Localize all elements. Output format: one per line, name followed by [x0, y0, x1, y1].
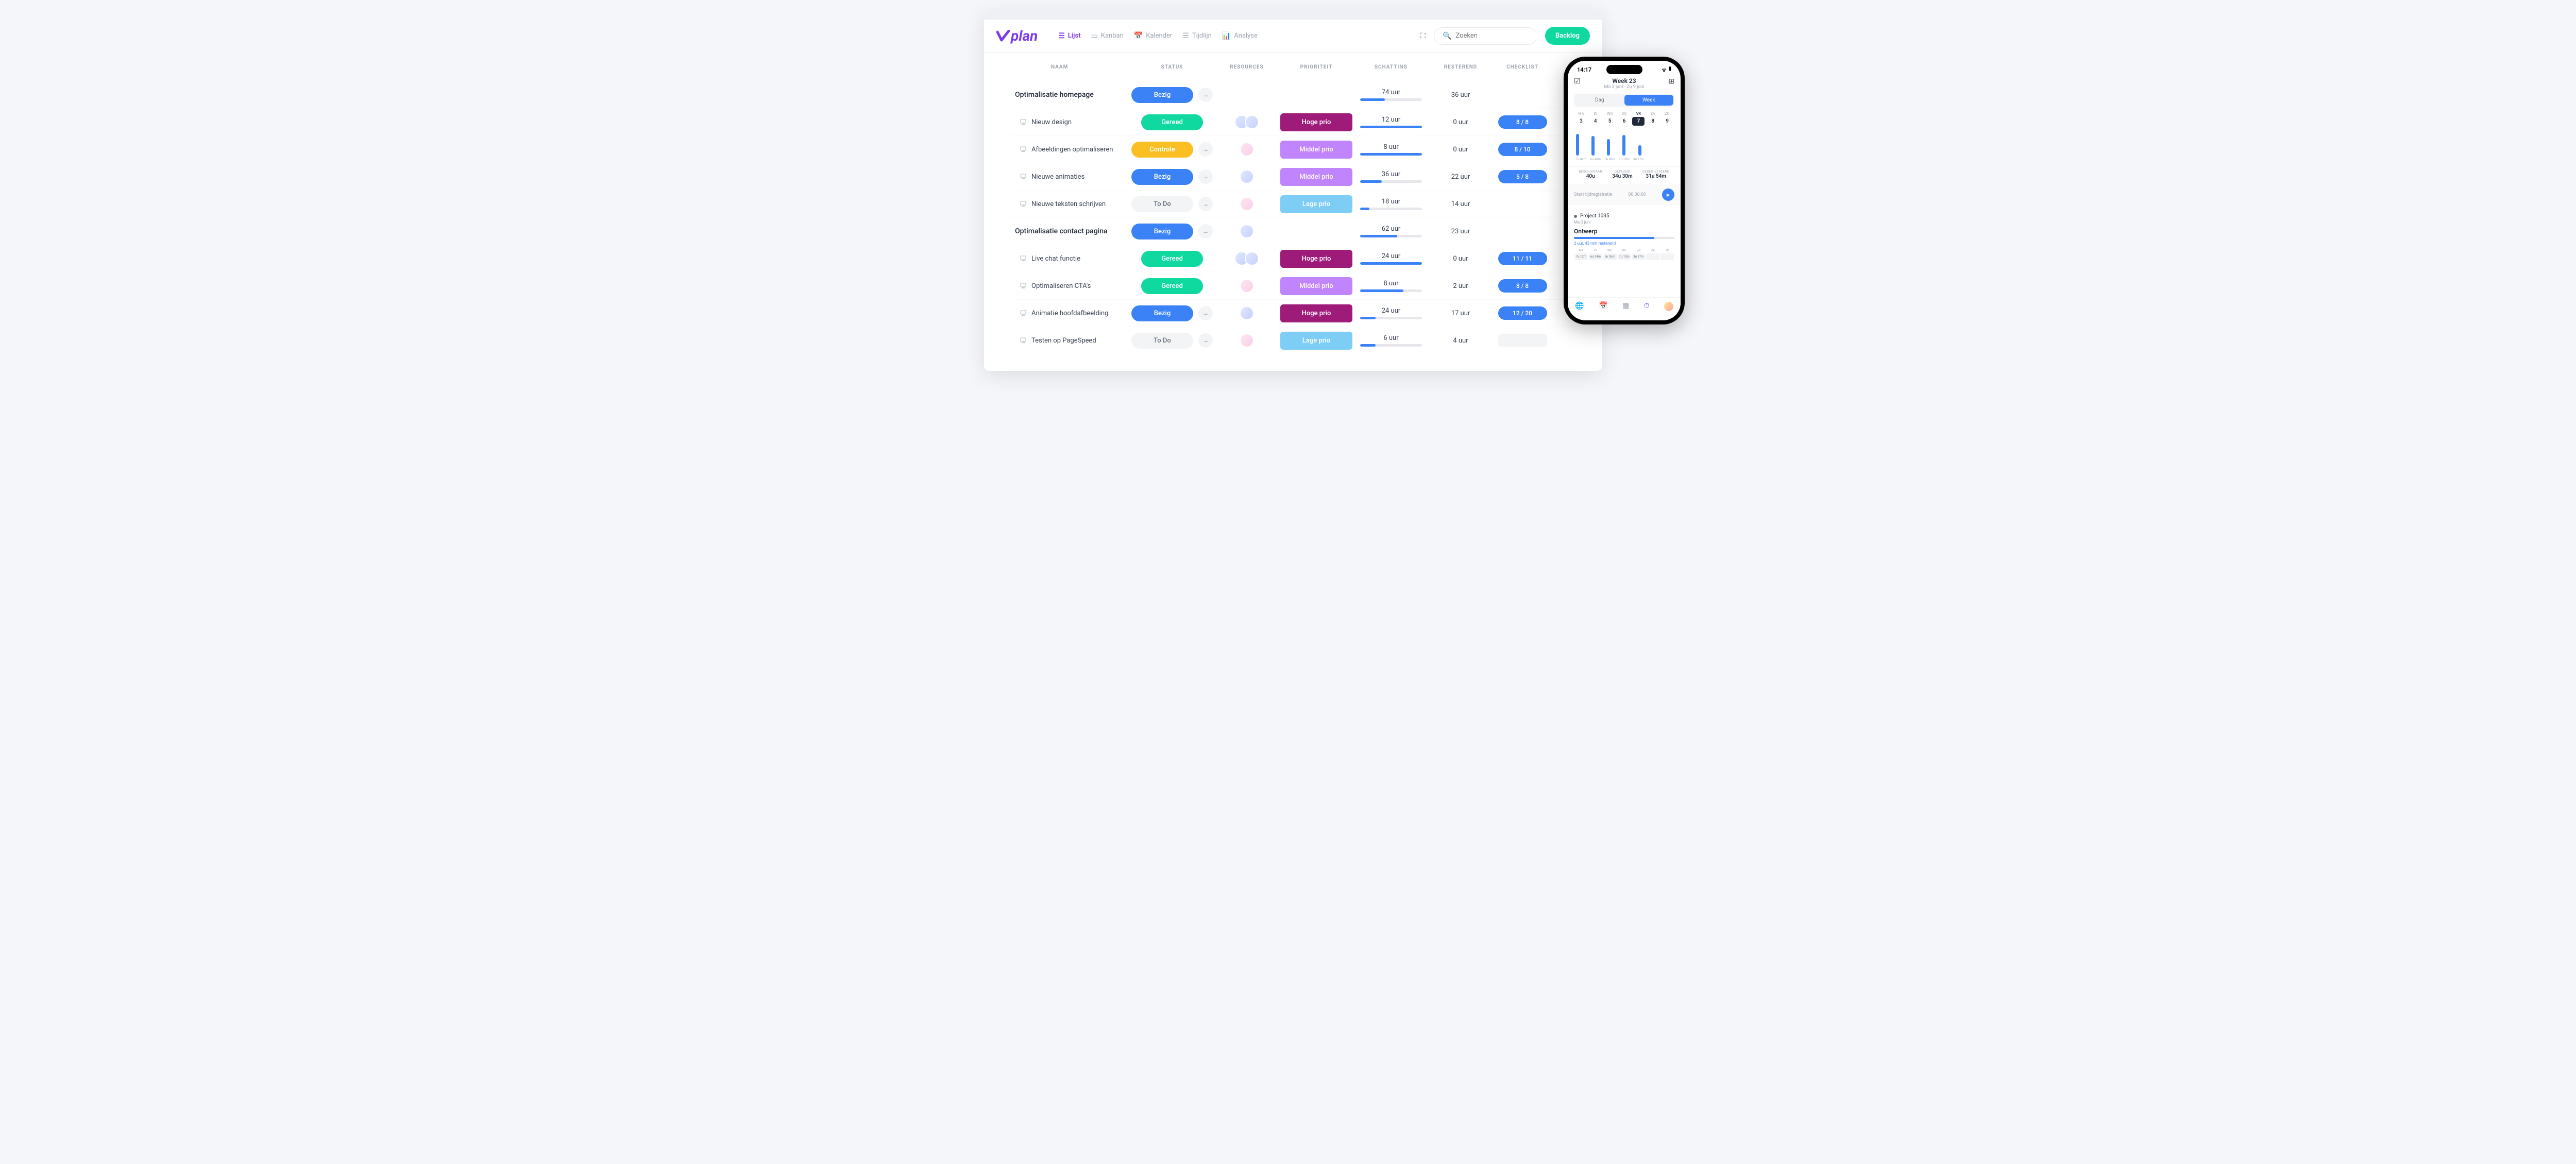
- avatar: [1240, 142, 1254, 157]
- play-icon[interactable]: ▶: [1662, 189, 1674, 201]
- avatar: [1240, 279, 1254, 293]
- view-tab-analyse[interactable]: 📊Analyse: [1222, 32, 1258, 40]
- view-tab-tijdlijn[interactable]: ☰Tijdlijn: [1182, 32, 1212, 40]
- hours-bars: [1568, 130, 1681, 156]
- status-next-icon[interactable]: →: [1198, 224, 1213, 238]
- status-next-icon[interactable]: →: [1198, 142, 1213, 157]
- table-row[interactable]: Nieuw designGereedHoge prio12 uur0 uur8 …: [1010, 109, 1577, 136]
- table-row[interactable]: Afbeeldingen optimaliserenControle→Midde…: [1010, 136, 1577, 163]
- table-row[interactable]: Nieuwe animatiesBezig→Middel prio36 uur2…: [1010, 163, 1577, 191]
- expand-icon[interactable]: ⛶: [1420, 32, 1426, 40]
- logo: plan: [996, 27, 1038, 44]
- table-header: NAAM STATUS RESOURCES PRIORITEIT SCHATTI…: [1010, 53, 1577, 81]
- day-selector[interactable]: MA3DI4WO5DO6VR7ZA8ZO9: [1568, 112, 1681, 126]
- table-row[interactable]: Testen op PageSpeedTo Do→Lage prio6 uur4…: [1010, 327, 1577, 354]
- status-next-icon[interactable]: →: [1198, 88, 1213, 102]
- task-table: NAAM STATUS RESOURCES PRIORITEIT SCHATTI…: [984, 53, 1602, 354]
- status-next-icon[interactable]: →: [1198, 333, 1213, 348]
- table-row[interactable]: Optimaliseren CTA'sGereedMiddel prio8 uu…: [1010, 272, 1577, 300]
- wifi-icon: ᯤ: [1662, 66, 1666, 73]
- status-next-icon[interactable]: →: [1198, 306, 1213, 320]
- table-row[interactable]: Animatie hoofdafbeeldingBezig→Hoge prio2…: [1010, 300, 1577, 327]
- app-window: plan ☰Lijst ▭Kanban 📅Kalender ☰Tijdlijn 📊Ana…: [984, 10, 1602, 371]
- table-row[interactable]: Live chat functieGereedHoge prio24 uur0 …: [1010, 245, 1577, 272]
- phone-mockup: 14:17 ᯤ ▮ ☑ Week 23 Ma 3 juni - Zo 9 jun…: [1564, 57, 1685, 324]
- avatar: [1240, 197, 1254, 211]
- dag-week-segment[interactable]: Dag Week: [1574, 94, 1674, 107]
- backlog-button[interactable]: Backlog: [1545, 27, 1590, 45]
- grid-icon[interactable]: ▦: [1622, 302, 1629, 311]
- profile-avatar[interactable]: [1664, 302, 1673, 311]
- avatar: [1240, 169, 1254, 184]
- avatar: [1245, 115, 1259, 129]
- search-icon: 🔍: [1443, 32, 1451, 40]
- view-tabs: ☰Lijst ▭Kanban 📅Kalender ☰Tijdlijn 📊Analyse: [1058, 32, 1258, 40]
- status-next-icon[interactable]: →: [1198, 169, 1213, 184]
- avatar: [1245, 251, 1259, 266]
- phone-header: ☑ Week 23 Ma 3 juni - Zo 9 juni ⊞: [1568, 75, 1681, 94]
- timer-row[interactable]: Start tijdregistratie 00:00:00 ▶: [1568, 184, 1681, 205]
- window-chrome: [984, 10, 1602, 20]
- bottom-nav[interactable]: 🌐 📅 ▦ ⏱: [1568, 297, 1681, 318]
- status-next-icon[interactable]: →: [1198, 197, 1213, 211]
- project-card[interactable]: Project 1035 Ma 3 juni Ontwerp 2 uur, 43…: [1568, 213, 1681, 260]
- checklist-icon[interactable]: ☑: [1574, 77, 1581, 85]
- header: plan ☰Lijst ▭Kanban 📅Kalender ☰Tijdlijn 📊Ana…: [984, 20, 1602, 53]
- view-tab-lijst[interactable]: ☰Lijst: [1058, 32, 1080, 40]
- table-row[interactable]: Nieuwe teksten schrijvenTo Do→Lage prio1…: [1010, 191, 1577, 218]
- view-tab-kanban[interactable]: ▭Kanban: [1091, 32, 1124, 40]
- view-tab-kalender[interactable]: 📅Kalender: [1134, 32, 1173, 40]
- avatar: [1240, 306, 1254, 320]
- battery-icon: ▮: [1668, 66, 1671, 73]
- search-input[interactable]: 🔍: [1434, 27, 1537, 45]
- week-stats: BESCHIKBAAR40uGEPLAND34u 30mGEREGISTREER…: [1568, 166, 1681, 184]
- avatar: [1240, 224, 1254, 238]
- table-row[interactable]: Optimalisatie contact paginaBezig→62 uur…: [1010, 218, 1577, 245]
- add-icon[interactable]: ⊞: [1668, 77, 1674, 85]
- calendar-icon[interactable]: 📅: [1599, 302, 1607, 311]
- avatar: [1240, 333, 1254, 348]
- table-row[interactable]: Optimalisatie homepageBezig→74 uur36 uur: [1010, 81, 1577, 109]
- globe-icon[interactable]: 🌐: [1575, 302, 1584, 311]
- timer-icon[interactable]: ⏱: [1643, 302, 1649, 311]
